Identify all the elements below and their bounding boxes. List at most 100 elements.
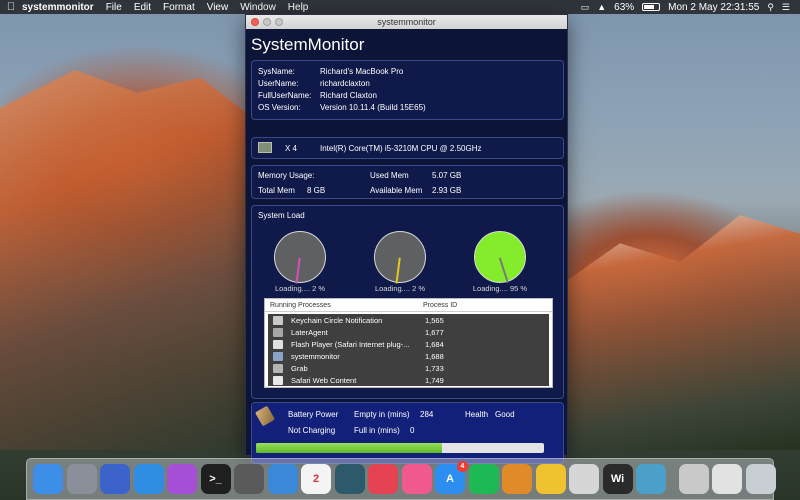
menu-window[interactable]: Window: [240, 2, 276, 13]
battery-panel: Battery Power Empty in (mins) 284 Health…: [251, 402, 564, 464]
network-app-icon[interactable]: [334, 464, 365, 494]
process-name: systemmonitor: [291, 351, 340, 361]
gauge-needle: [295, 257, 301, 284]
total-mem-label: Total Mem: [258, 186, 295, 195]
process-id: 1,677: [425, 327, 444, 337]
airplay-icon[interactable]: ▭: [581, 2, 590, 13]
menu-edit[interactable]: Edit: [134, 2, 151, 13]
battery-percent[interactable]: 63%: [614, 2, 634, 13]
battery-icon[interactable]: [642, 3, 661, 11]
health-label: Health: [465, 410, 489, 419]
system-monitor-icon[interactable]: [636, 464, 666, 494]
clock[interactable]: Mon 2 May 22:31:55: [668, 2, 759, 13]
systemmonitor-icon: [273, 351, 283, 361]
gauge-cpu-2: [374, 231, 426, 284]
preview-icon[interactable]: [569, 464, 599, 494]
table-row[interactable]: Flash Player (Safari Internet plug-... 1…: [268, 338, 549, 350]
col-process-id[interactable]: Process ID: [420, 302, 457, 309]
gauge-needle: [395, 257, 401, 284]
username-value: richardclaxton: [320, 79, 370, 88]
grab-icon: [273, 363, 283, 373]
process-table: Running Processes Process ID Keychain Ci…: [264, 298, 553, 388]
itunes-icon[interactable]: [401, 464, 432, 494]
process-table-body: Keychain Circle Notification 1,565 Later…: [268, 314, 549, 386]
xcode-icon[interactable]: [267, 464, 298, 494]
calendar-icon[interactable]: 2: [301, 464, 331, 494]
sysname-label: SysName:: [258, 67, 295, 76]
gauge-cpu-3-label: Loading.... 95 %: [472, 284, 528, 293]
osversion-value: Version 10.11.4 (Build 15E65): [320, 103, 426, 112]
shield-icon: [273, 339, 283, 349]
table-row[interactable]: Safari Web Content 1,749: [268, 374, 549, 386]
col-running-processes[interactable]: Running Processes: [265, 302, 420, 309]
table-row[interactable]: Keychain Circle Notification 1,565: [268, 314, 549, 326]
menu-help[interactable]: Help: [288, 2, 309, 13]
shield-icon: [273, 375, 283, 385]
battery-power-label: Battery Power: [288, 410, 339, 419]
process-id: 1,684: [425, 339, 444, 349]
safari-icon[interactable]: [133, 464, 164, 494]
terminal-icon[interactable]: >_: [200, 464, 231, 494]
wifi-icon[interactable]: ▲: [597, 2, 606, 12]
xcode-instruments-icon[interactable]: [100, 464, 130, 494]
dock: >_ 2 A 4 Wi: [26, 458, 776, 500]
process-name: LaterAgent: [291, 327, 328, 337]
process-name: Flash Player (Safari Internet plug-...: [291, 339, 410, 349]
table-row[interactable]: LaterAgent 1,677: [268, 326, 549, 338]
process-id: 1,733: [425, 363, 444, 373]
cpu-model: Intel(R) Core(TM) i5-3210M CPU @ 2.50GHz: [320, 144, 482, 153]
notification-center-icon[interactable]: ☰: [782, 2, 790, 13]
systemmonitor-window: systemmonitor SystemMonitor SysName: Ric…: [245, 14, 568, 464]
table-row[interactable]: systemmonitor 1,688: [268, 350, 549, 362]
app-menu[interactable]: systemmonitor: [22, 2, 94, 13]
table-row[interactable]: Grab 1,733: [268, 362, 549, 374]
photos-icon[interactable]: [535, 464, 566, 494]
menu-view[interactable]: View: [207, 2, 229, 13]
process-id: 1,688: [425, 351, 444, 361]
apple-menu-icon[interactable]: : [0, 1, 22, 13]
process-name: Safari Web Content: [291, 375, 357, 385]
siri-like-icon[interactable]: [167, 464, 197, 494]
keychain-icon: [273, 315, 283, 325]
pocket-icon[interactable]: [368, 464, 398, 494]
full-in-label: Full in (mins): [354, 426, 400, 435]
app-store-icon[interactable]: A4: [435, 461, 468, 494]
fullusername-value: Richard Claxton: [320, 91, 377, 100]
menu-bar:  systemmonitor File Edit Format View Wi…: [0, 0, 800, 14]
sysname-value: Richard's MacBook Pro: [320, 67, 404, 76]
menu-file[interactable]: File: [106, 2, 122, 13]
username-label: UserName:: [258, 79, 299, 88]
fullusername-label: FullUserName:: [258, 91, 312, 100]
process-name: Grab: [291, 363, 308, 373]
memory-panel: Memory Usage: Used Mem 5.07 GB Total Mem…: [251, 165, 564, 199]
process-id: 1,565: [425, 315, 444, 325]
wallpaper-mountain-left: [0, 70, 250, 450]
launchpad-icon[interactable]: [66, 464, 97, 494]
memory-usage-label: Memory Usage:: [258, 171, 315, 180]
wifi-app-icon[interactable]: Wi: [602, 464, 633, 494]
used-mem-label: Used Mem: [370, 171, 409, 180]
grab-icon[interactable]: [678, 464, 709, 494]
finder-icon[interactable]: [33, 464, 63, 494]
available-mem-label: Available Mem: [370, 186, 423, 195]
app-icon: [273, 327, 283, 337]
osversion-label: OS Version:: [258, 103, 301, 112]
trash-icon[interactable]: [745, 464, 776, 494]
gauge-cpu-1: [274, 231, 326, 284]
spotlight-search-icon[interactable]: ⚲: [767, 2, 774, 13]
available-mem-value: 2.93 GB: [432, 186, 462, 195]
health-value: Good: [495, 410, 515, 419]
sublime-or-map-icon[interactable]: [502, 464, 532, 494]
gauge-needle: [499, 257, 509, 283]
empty-in-label: Empty in (mins): [354, 410, 410, 419]
documents-icon[interactable]: [712, 464, 742, 494]
window-titlebar[interactable]: systemmonitor: [246, 15, 567, 29]
screen-icon[interactable]: [234, 464, 264, 494]
window-title: systemmonitor: [377, 17, 436, 27]
cpu-chip-icon: [258, 142, 272, 153]
battery-level-fill: [256, 443, 442, 453]
empty-in-value: 284: [420, 410, 434, 419]
spotify-icon[interactable]: [468, 464, 499, 494]
menu-format[interactable]: Format: [163, 2, 195, 13]
cpu-panel: X 4 Intel(R) Core(TM) i5-3210M CPU @ 2.5…: [251, 137, 564, 159]
